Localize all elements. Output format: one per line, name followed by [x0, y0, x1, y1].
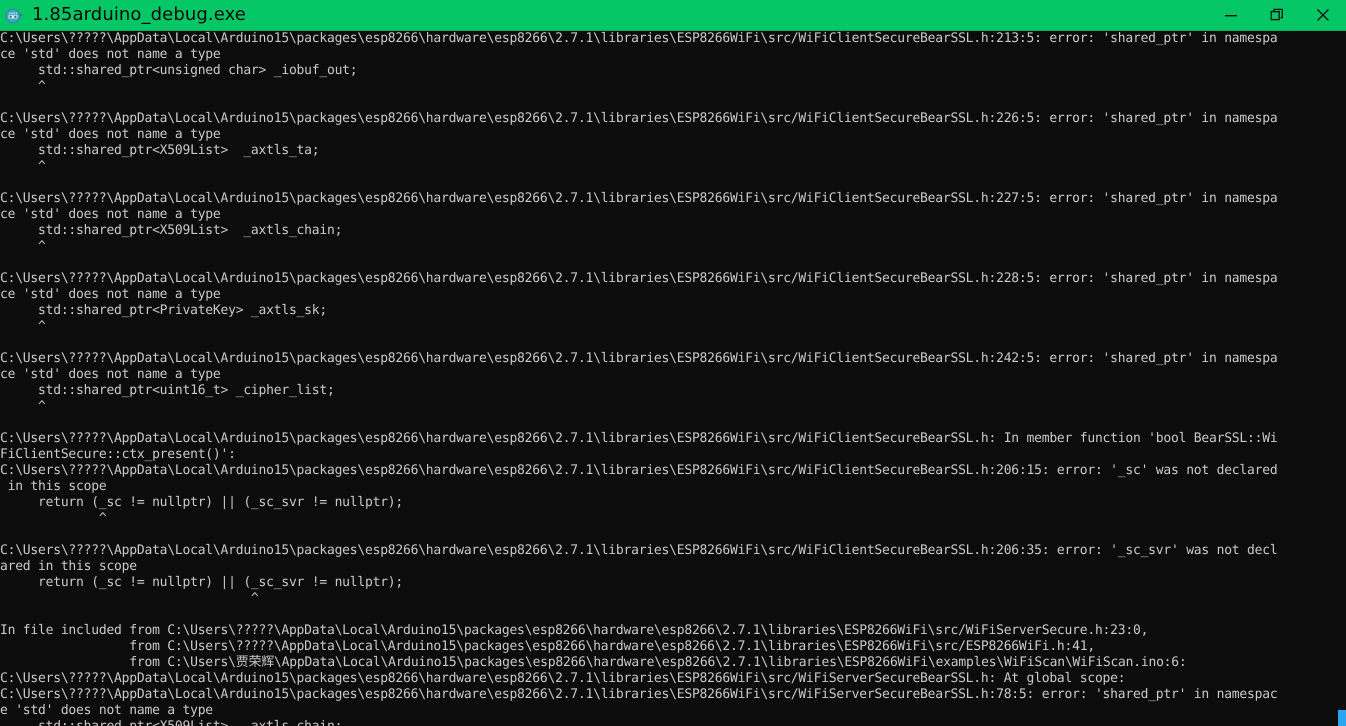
arduino-board-icon — [4, 6, 24, 26]
console-output-area[interactable]: C:\Users\?????\AppData\Local\Arduino15\p… — [0, 31, 1346, 726]
close-button[interactable] — [1300, 0, 1346, 31]
window-controls — [1208, 0, 1346, 31]
minimize-icon — [1224, 8, 1238, 22]
minimize-button[interactable] — [1208, 0, 1254, 31]
window-title-bar[interactable]: 1.85arduino_debug.exe — [0, 0, 1346, 31]
restore-button[interactable] — [1254, 0, 1300, 31]
close-icon — [1316, 8, 1330, 22]
window-title: 1.85arduino_debug.exe — [32, 3, 246, 25]
compiler-output-text: C:\Users\?????\AppData\Local\Arduino15\p… — [0, 31, 1278, 726]
restore-icon — [1270, 8, 1284, 22]
scrollbar-thumb[interactable] — [1338, 710, 1346, 726]
